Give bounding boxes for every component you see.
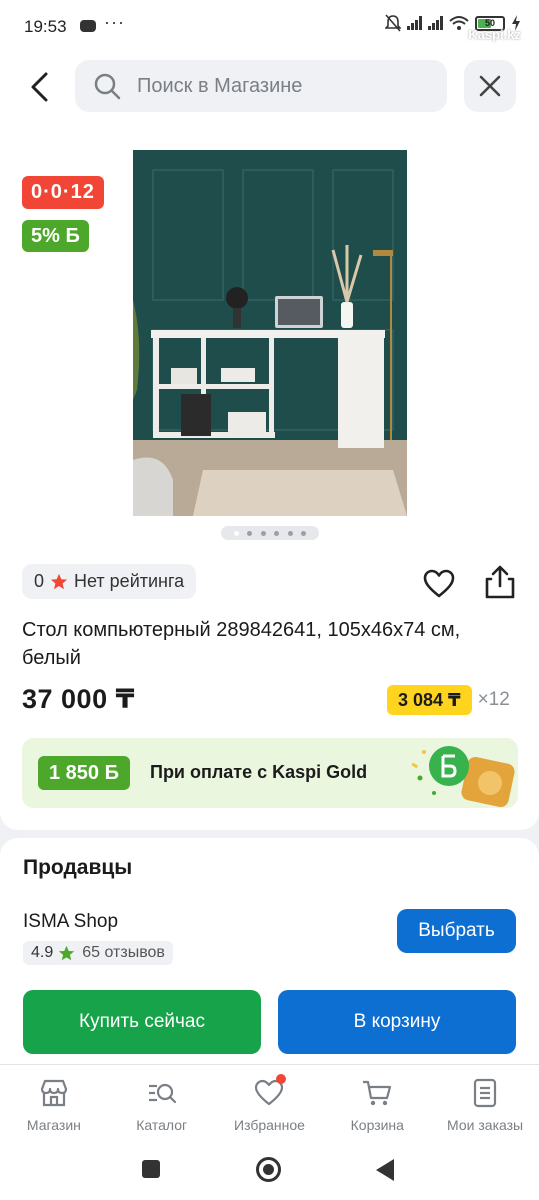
discord-icon bbox=[80, 20, 96, 32]
nav-label: Мои заказы bbox=[447, 1117, 524, 1133]
search-bar[interactable] bbox=[75, 60, 447, 112]
shop-reviews: 65 отзывов bbox=[82, 944, 165, 961]
system-nav-bar bbox=[0, 1142, 539, 1200]
buy-now-button[interactable]: Купить сейчас bbox=[23, 990, 261, 1054]
gold-banner-text: При оплате с Kaspi Gold bbox=[150, 762, 368, 782]
shop-rating-value: 4.9 bbox=[31, 944, 54, 961]
star-icon bbox=[50, 573, 68, 589]
recent-apps-button[interactable] bbox=[142, 1160, 160, 1178]
choose-seller-button[interactable]: Выбрать bbox=[397, 909, 516, 953]
installment-months: ×12 bbox=[477, 689, 510, 710]
cart-icon bbox=[363, 1080, 392, 1106]
installment-badge: 0·0·12 bbox=[22, 176, 104, 209]
bottom-nav: Магазин Каталог Избранное Корзина Мои за… bbox=[0, 1064, 539, 1142]
nav-label: Магазин bbox=[26, 1117, 81, 1133]
sellers-heading: Продавцы bbox=[23, 856, 133, 879]
back-arrow-icon[interactable] bbox=[24, 70, 58, 104]
gold-bonus-badge: 1 850 Б bbox=[38, 756, 130, 790]
nav-label: Корзина bbox=[350, 1117, 404, 1133]
system-back-button[interactable] bbox=[376, 1159, 394, 1181]
star-icon bbox=[59, 945, 75, 960]
notification-dot bbox=[275, 1074, 286, 1084]
kaspi-gold-banner[interactable]: 1 850 Б При оплате с Kaspi Gold bbox=[22, 738, 518, 808]
pager-dot bbox=[247, 530, 253, 536]
shop-rating-chip[interactable]: 4.9 65 отзывов bbox=[23, 941, 173, 965]
signal-icon-2 bbox=[428, 16, 443, 30]
close-button[interactable] bbox=[464, 60, 516, 112]
nav-label: Каталог bbox=[136, 1117, 188, 1133]
favorite-heart-icon[interactable] bbox=[423, 568, 455, 600]
nav-shop[interactable]: Магазин bbox=[0, 1065, 108, 1142]
monthly-payment: 3 084 ₸ bbox=[387, 685, 472, 715]
product-title: Стол компьютерный 289842641, 105x46x74 с… bbox=[22, 619, 461, 669]
search-icon bbox=[94, 73, 121, 100]
status-time: 19:53 bbox=[24, 17, 67, 36]
nav-label: Избранное bbox=[234, 1117, 305, 1133]
nav-orders[interactable]: Мои заказы bbox=[431, 1065, 539, 1142]
orders-icon bbox=[473, 1078, 497, 1108]
shop-name[interactable]: ISMA Shop bbox=[23, 911, 118, 933]
shop-icon bbox=[40, 1079, 67, 1107]
rating-chip[interactable]: 0 Нет рейтинга bbox=[22, 564, 197, 599]
signal-icon bbox=[407, 16, 422, 30]
pager-dot bbox=[260, 530, 266, 536]
kaspi-gold-card-icon bbox=[411, 746, 515, 808]
more-notifications-icon: ··· bbox=[104, 12, 125, 32]
product-card: 0·0·12 5% Б 0 Нет р bbox=[0, 54, 539, 830]
pager-dot bbox=[301, 530, 307, 536]
catalog-icon bbox=[148, 1083, 176, 1104]
nav-cart[interactable]: Корзина bbox=[323, 1065, 431, 1142]
add-to-cart-button[interactable]: В корзину bbox=[278, 990, 516, 1054]
image-pager bbox=[221, 526, 319, 540]
pager-dot bbox=[233, 530, 239, 536]
sellers-section: Продавцы ISMA Shop 4.9 65 отзывов Выбрат… bbox=[0, 838, 539, 1064]
product-price: 37 000 ₸ bbox=[22, 684, 135, 714]
battery-level: 50 bbox=[484, 17, 495, 28]
status-bar: 19:53 ··· 50 Kaspi.kz bbox=[0, 0, 539, 54]
installment-info[interactable]: 3 084 ₸ ×12 bbox=[387, 685, 510, 715]
rating-label: Нет рейтинга bbox=[74, 571, 185, 591]
rating-value: 0 bbox=[34, 571, 45, 591]
search-input[interactable] bbox=[137, 60, 427, 112]
kaspi-watermark: Kaspi.kz bbox=[468, 27, 521, 42]
bonus-badge: 5% Б bbox=[22, 220, 89, 252]
product-image[interactable] bbox=[133, 150, 407, 516]
close-icon bbox=[479, 75, 501, 97]
pager-dot bbox=[274, 530, 280, 536]
wifi-icon bbox=[449, 16, 469, 30]
nav-catalog[interactable]: Каталог bbox=[108, 1065, 216, 1142]
home-button[interactable] bbox=[256, 1157, 281, 1182]
bell-muted-icon bbox=[385, 14, 401, 32]
nav-favorites[interactable]: Избранное bbox=[216, 1065, 324, 1142]
pager-dot bbox=[287, 530, 293, 536]
share-icon[interactable] bbox=[483, 564, 517, 600]
